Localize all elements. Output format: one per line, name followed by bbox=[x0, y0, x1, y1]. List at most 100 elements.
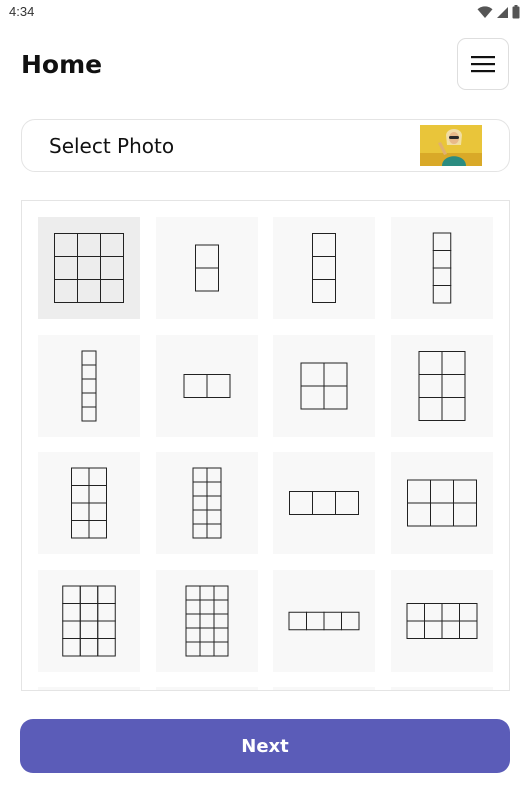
layout-cell bbox=[81, 364, 97, 379]
layout-grid-icon bbox=[183, 373, 230, 398]
layout-cell bbox=[323, 385, 348, 409]
layout-cell bbox=[406, 502, 431, 527]
layout-cell bbox=[206, 481, 221, 497]
layout-cell bbox=[312, 256, 336, 280]
layout-cell bbox=[192, 509, 207, 525]
battery-icon bbox=[512, 5, 520, 19]
layout-cell bbox=[206, 467, 221, 483]
layout-option[interactable] bbox=[273, 452, 375, 554]
next-button[interactable]: Next bbox=[20, 719, 510, 773]
layout-cell bbox=[192, 495, 207, 511]
layout-cell bbox=[88, 502, 107, 521]
signal-icon bbox=[497, 6, 508, 18]
layout-cell bbox=[199, 627, 214, 642]
layout-cell bbox=[441, 602, 460, 621]
layout-option[interactable] bbox=[390, 217, 493, 319]
layout-option[interactable] bbox=[155, 217, 258, 319]
layout-option[interactable] bbox=[390, 452, 493, 554]
layout-option[interactable] bbox=[38, 452, 140, 554]
layout-cell bbox=[79, 637, 99, 656]
layout-cell bbox=[77, 256, 101, 280]
layout-option[interactable] bbox=[38, 334, 140, 437]
select-photo-button[interactable]: Select Photo bbox=[21, 119, 510, 172]
layout-grid-icon bbox=[418, 350, 465, 421]
layout-cell bbox=[406, 620, 425, 639]
layout-option[interactable] bbox=[155, 334, 258, 437]
layout-cell bbox=[441, 396, 465, 421]
layout-cell bbox=[312, 491, 336, 515]
layout-option[interactable] bbox=[155, 452, 258, 554]
layout-cell bbox=[100, 256, 124, 280]
layout-option[interactable] bbox=[273, 687, 375, 690]
layout-option[interactable] bbox=[273, 217, 375, 319]
layout-option[interactable] bbox=[155, 687, 258, 690]
layout-cell bbox=[62, 585, 81, 604]
layout-cell bbox=[423, 620, 442, 639]
layout-cell bbox=[341, 611, 360, 630]
layout-option[interactable] bbox=[390, 334, 493, 437]
layout-option[interactable] bbox=[390, 687, 493, 690]
layout-cell bbox=[458, 620, 477, 639]
layout-cell bbox=[54, 233, 78, 257]
layout-cell bbox=[323, 362, 348, 386]
layout-cell bbox=[192, 467, 207, 483]
hamburger-menu-icon bbox=[471, 56, 495, 73]
wifi-icon bbox=[477, 5, 493, 18]
layout-cell bbox=[418, 350, 442, 375]
layout-cell bbox=[300, 362, 325, 386]
layout-cell bbox=[312, 279, 336, 303]
layout-cell bbox=[100, 279, 124, 303]
layout-cell bbox=[199, 613, 214, 628]
layout-cell bbox=[432, 267, 451, 286]
layout-cell bbox=[213, 599, 228, 614]
layout-cell bbox=[199, 599, 214, 614]
layout-cell bbox=[213, 613, 228, 628]
status-icons bbox=[477, 5, 520, 19]
status-bar: 4:34 bbox=[0, 0, 530, 26]
menu-button[interactable] bbox=[457, 38, 509, 90]
layout-grid-icon bbox=[288, 611, 360, 630]
layout-grid-icon bbox=[62, 585, 116, 656]
layout-cell bbox=[418, 373, 442, 398]
layout-grid-icon bbox=[300, 362, 348, 409]
layout-option[interactable] bbox=[390, 569, 493, 672]
layout-grid bbox=[21, 200, 510, 691]
layout-cell bbox=[452, 479, 477, 504]
layout-grid-icon bbox=[54, 233, 124, 303]
layout-cell bbox=[185, 599, 200, 614]
layout-cell bbox=[97, 637, 116, 656]
layout-option[interactable] bbox=[273, 334, 375, 437]
layout-cell bbox=[71, 520, 90, 539]
layout-option[interactable] bbox=[155, 569, 258, 672]
layout-cell bbox=[194, 244, 219, 269]
layout-cell bbox=[79, 620, 99, 639]
layout-cell bbox=[88, 520, 107, 539]
layout-cell bbox=[406, 479, 431, 504]
layout-cell bbox=[306, 611, 325, 630]
layout-cell bbox=[88, 467, 107, 486]
layout-option[interactable] bbox=[38, 217, 140, 319]
layout-option[interactable] bbox=[38, 569, 140, 672]
layout-option[interactable] bbox=[38, 687, 140, 690]
layout-cell bbox=[206, 373, 230, 398]
page-title: Home bbox=[21, 50, 103, 79]
layout-cell bbox=[54, 279, 78, 303]
layout-cell bbox=[100, 233, 124, 257]
layout-option[interactable] bbox=[273, 569, 375, 672]
layout-cell bbox=[300, 385, 325, 409]
layout-cell bbox=[71, 502, 90, 521]
layout-cell bbox=[62, 620, 81, 639]
layout-grid-icon bbox=[406, 479, 477, 527]
layout-grid-icon bbox=[185, 585, 228, 656]
layout-cell bbox=[88, 485, 107, 504]
layout-grid-icon bbox=[406, 602, 477, 639]
layout-cell bbox=[183, 373, 207, 398]
layout-cell bbox=[406, 602, 425, 621]
layout-grid-icon bbox=[192, 467, 221, 539]
layout-cell bbox=[206, 495, 221, 511]
layout-grid-icon bbox=[289, 491, 359, 515]
layout-cell bbox=[81, 350, 97, 365]
layout-cell bbox=[206, 509, 221, 525]
layout-cell bbox=[81, 392, 97, 407]
layout-cell bbox=[54, 256, 78, 280]
